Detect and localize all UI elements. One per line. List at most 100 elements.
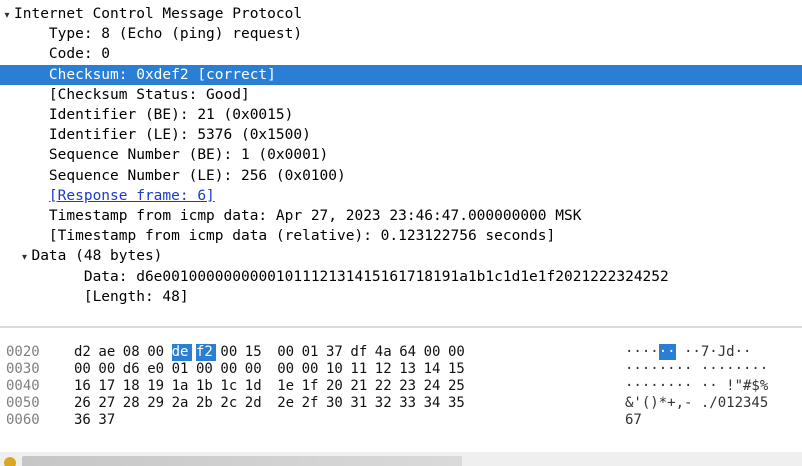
hex-byte[interactable]: 37 — [326, 344, 346, 361]
hex-row[interactable]: 0050 26 27 28 29 2a 2b 2c 2d 2e 2f 30 31 32 33 34 35 &'()… — [0, 395, 802, 412]
tree-row[interactable]: [Length: 48] — [0, 287, 802, 307]
hex-byte[interactable]: 2d — [245, 395, 265, 412]
packet-bytes-pane[interactable]: 0020 d2 ae 08 00 de f2 00 15 00 01 37 df 4a 64 00 00 ····… — [0, 344, 802, 448]
tree-row[interactable]: Sequence Number (LE): 256 (0x0100) — [0, 166, 802, 186]
hex-byte[interactable]: 23 — [399, 378, 419, 395]
hex-ascii[interactable]: &'()*+,- ./012345 — [625, 395, 768, 412]
tree-row[interactable]: Identifier (LE): 5376 (0x1500) — [0, 125, 802, 145]
tree-row[interactable]: Type: 8 (Echo (ping) request) — [0, 24, 802, 44]
hex-byte[interactable]: 2f — [302, 395, 322, 412]
hex-byte[interactable]: 30 — [326, 395, 346, 412]
tree-row[interactable]: ▾ Internet Control Message Protocol — [0, 4, 802, 24]
hex-byte[interactable]: 36 — [74, 412, 94, 429]
tree-row[interactable]: [Response frame: 6] — [0, 186, 802, 206]
hex-byte[interactable]: 00 — [220, 361, 240, 378]
hex-byte-selected[interactable]: de — [171, 344, 192, 361]
hex-byte[interactable]: 00 — [245, 361, 265, 378]
expand-arrow-icon[interactable]: ▾ — [0, 6, 14, 26]
hex-byte[interactable]: 20 — [326, 378, 346, 395]
hex-byte[interactable]: 00 — [277, 344, 297, 361]
response-frame-link[interactable]: [Response frame: 6] — [49, 188, 215, 204]
hex-byte[interactable]: d2 — [74, 344, 94, 361]
hex-ascii[interactable]: ········ ·· !"#$% — [625, 378, 768, 395]
hex-ascii[interactable]: ········ ········ — [625, 361, 768, 378]
expand-arrow-icon[interactable]: ▾ — [17, 248, 31, 268]
hex-row[interactable]: 0060 36 37 67 — [0, 412, 802, 429]
hex-byte[interactable]: 17 — [98, 378, 118, 395]
hex-byte[interactable]: 00 — [147, 344, 167, 361]
tree-row[interactable]: [Checksum Status: Good] — [0, 85, 802, 105]
hex-row[interactable]: 0030 00 00 d6 e0 01 00 00 00 00 00 10 11 12 13 14 15 ····… — [0, 361, 802, 378]
hex-ascii[interactable]: 67 — [625, 412, 642, 429]
hex-byte[interactable]: 18 — [123, 378, 143, 395]
hex-byte[interactable]: 00 — [74, 361, 94, 378]
hex-byte[interactable]: d6 — [123, 361, 143, 378]
hex-byte[interactable]: 31 — [350, 395, 370, 412]
hex-byte[interactable]: 1d — [245, 378, 265, 395]
hex-byte[interactable]: df — [350, 344, 370, 361]
hex-byte[interactable]: 2a — [172, 395, 192, 412]
hex-byte[interactable]: 1b — [196, 378, 216, 395]
tree-row[interactable]: ▾ Data (48 bytes) — [0, 246, 802, 266]
hex-byte[interactable]: 11 — [350, 361, 370, 378]
hex-byte[interactable]: 14 — [424, 361, 444, 378]
hex-byte[interactable]: 24 — [424, 378, 444, 395]
hex-byte[interactable]: 2b — [196, 395, 216, 412]
tree-row[interactable]: Data: d6e0010000000000101112131415161718… — [0, 267, 802, 287]
hex-byte[interactable]: 4a — [375, 344, 395, 361]
hex-byte[interactable]: 1a — [172, 378, 192, 395]
hex-byte[interactable]: 16 — [74, 378, 94, 395]
hex-byte[interactable]: 29 — [147, 395, 167, 412]
tree-row[interactable]: Code: 0 — [0, 44, 802, 64]
hex-byte[interactable]: 22 — [375, 378, 395, 395]
status-dot-icon[interactable] — [4, 457, 16, 466]
hex-byte[interactable]: 25 — [448, 378, 468, 395]
hex-byte[interactable]: 1e — [277, 378, 297, 395]
hex-byte[interactable]: 2e — [277, 395, 297, 412]
hex-byte[interactable]: 08 — [123, 344, 143, 361]
hex-offset: 0030 — [6, 361, 40, 377]
tree-row[interactable]: Sequence Number (BE): 1 (0x0001) — [0, 145, 802, 165]
hex-byte[interactable]: 1f — [302, 378, 322, 395]
hex-row[interactable]: 0040 16 17 18 19 1a 1b 1c 1d 1e 1f 20 21 22 23 24 25 ····… — [0, 378, 802, 395]
hex-byte[interactable]: 33 — [399, 395, 419, 412]
hex-byte[interactable]: 27 — [98, 395, 118, 412]
hex-byte[interactable]: 21 — [350, 378, 370, 395]
packet-details-tree[interactable]: ▾ Internet Control Message Protocol Type:… — [0, 0, 802, 320]
hex-byte[interactable]: 00 — [448, 344, 468, 361]
hex-byte[interactable]: 34 — [424, 395, 444, 412]
tree-row[interactable]: Timestamp from icmp data: Apr 27, 2023 2… — [0, 206, 802, 226]
pane-divider[interactable] — [0, 326, 802, 328]
hex-byte[interactable]: 00 — [196, 361, 216, 378]
hex-byte[interactable]: 01 — [172, 361, 192, 378]
hex-byte[interactable]: 00 — [277, 361, 297, 378]
hex-byte[interactable]: ae — [98, 344, 118, 361]
hex-byte[interactable]: 00 — [424, 344, 444, 361]
hex-byte[interactable]: 00 — [220, 344, 240, 361]
hex-byte[interactable]: 01 — [302, 344, 322, 361]
hex-byte[interactable]: e0 — [147, 361, 167, 378]
hex-row[interactable]: 0020 d2 ae 08 00 de f2 00 15 00 01 37 df 4a 64 00 00 ····… — [0, 344, 802, 361]
hex-byte[interactable]: 64 — [399, 344, 419, 361]
hex-byte[interactable]: 00 — [98, 361, 118, 378]
hex-byte[interactable]: 12 — [375, 361, 395, 378]
tree-row[interactable]: Identifier (BE): 21 (0x0015) — [0, 105, 802, 125]
hex-byte[interactable]: 00 — [302, 361, 322, 378]
hex-byte[interactable]: 10 — [326, 361, 346, 378]
hex-byte[interactable]: 15 — [448, 361, 468, 378]
hex-byte[interactable]: 19 — [147, 378, 167, 395]
tree-row[interactable]: [Timestamp from icmp data (relative): 0.… — [0, 226, 802, 246]
hex-byte[interactable]: 1c — [220, 378, 240, 395]
hex-byte[interactable]: 35 — [448, 395, 468, 412]
hex-byte[interactable]: 26 — [74, 395, 94, 412]
hex-ascii[interactable]: ······ ··7·Jd·· — [625, 344, 751, 361]
hex-byte[interactable]: 28 — [123, 395, 143, 412]
hex-byte[interactable]: 15 — [245, 344, 265, 361]
hex-byte[interactable]: 13 — [399, 361, 419, 378]
hex-byte[interactable]: 32 — [375, 395, 395, 412]
hex-byte-selected[interactable]: f2 — [196, 344, 216, 361]
tree-row-selected[interactable]: Checksum: 0xdef2 [correct] — [0, 65, 802, 85]
hex-byte[interactable]: 2c — [220, 395, 240, 412]
hex-byte[interactable]: 37 — [98, 412, 118, 429]
